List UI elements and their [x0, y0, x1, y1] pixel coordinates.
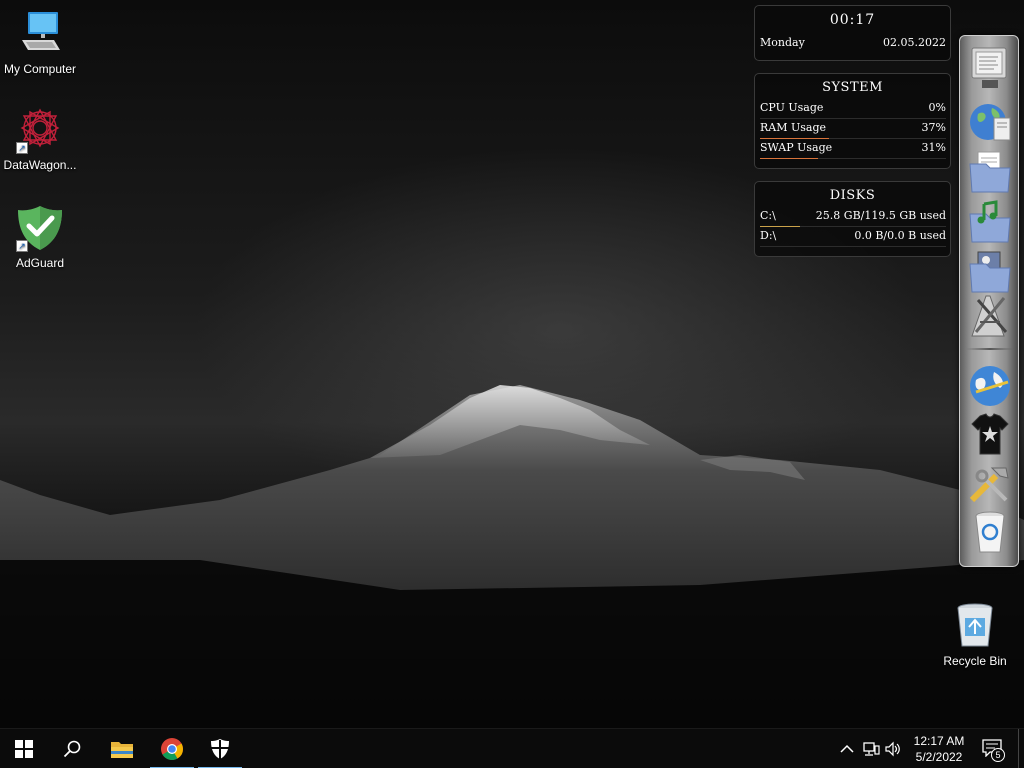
datawagon-logo-icon: ↗ [16, 106, 64, 154]
search-button[interactable] [48, 729, 96, 768]
swap-usage-bar [760, 158, 818, 159]
row-label: CPU Usage [760, 101, 824, 114]
security-shield-icon [211, 739, 229, 759]
recycle-bin-label: Recycle Bin [943, 654, 1007, 668]
system-row-cpu: CPU Usage 0% [760, 99, 946, 119]
system-row-ram: RAM Usage 37% [760, 119, 946, 139]
shortcut-arrow-icon: ↗ [16, 142, 28, 154]
file-explorer-icon [111, 742, 133, 758]
taskbar-chrome[interactable] [148, 729, 196, 768]
taskbar-security[interactable] [196, 729, 244, 768]
clock-gadget-date: 02.05.2022 [883, 36, 946, 49]
search-icon [63, 740, 81, 758]
dock-item-tshirt[interactable] [966, 410, 1014, 458]
monitor-icon [971, 47, 1007, 88]
shortcut-arrow-icon: ↗ [16, 240, 28, 252]
system-row-swap: SWAP Usage 31% [760, 139, 946, 159]
row-label: RAM Usage [760, 121, 827, 134]
volume-icon[interactable] [884, 740, 902, 758]
start-button[interactable] [0, 729, 48, 768]
network-globe-icon [970, 104, 1011, 141]
chrome-icon [161, 738, 183, 760]
recycle-bin-icon [957, 603, 993, 647]
row-value: 0.0 B/0.0 B used [854, 229, 946, 242]
taskbar-clock[interactable]: 12:17 AM 5/2/2022 [906, 733, 972, 765]
chevron-up-icon[interactable] [838, 740, 856, 758]
dock-item-documents[interactable] [966, 148, 1014, 196]
disk-row-c: C:\ 25.8 GB/119.5 GB used [760, 207, 946, 227]
row-value: 37% [921, 121, 946, 134]
dock-item-globe[interactable] [966, 362, 1014, 410]
disk-row-d: D:\ 0.0 B/0.0 B used [760, 227, 946, 247]
dock-item-music[interactable] [966, 198, 1014, 246]
globe-icon [970, 366, 1010, 406]
notification-count-badge: 5 [991, 748, 1005, 762]
adguard-shield-icon: ↗ [16, 204, 64, 252]
desktop-icon-my-computer[interactable]: My Computer [0, 10, 80, 76]
trash-icon [975, 511, 1005, 553]
row-label: C:\ [760, 209, 776, 222]
system-gadget-title: SYSTEM [822, 80, 883, 95]
desktop-icon-datawagon[interactable]: ↗ DataWagon... [0, 106, 80, 172]
desktop-icon-recycle-bin[interactable]: Recycle Bin [938, 602, 1012, 668]
network-icon[interactable] [862, 740, 880, 758]
taskbar: 12:17 AM 5/2/2022 5 [0, 728, 1024, 768]
clock-date: 5/2/2022 [915, 750, 963, 764]
notification-center-button[interactable]: 5 [980, 738, 1006, 762]
desktop-icon-label: My Computer [3, 62, 77, 76]
clock-time: 12:17 AM [913, 734, 965, 748]
dock-item-tools[interactable] [966, 460, 1014, 508]
row-label: D:\ [760, 229, 777, 242]
system-gadget[interactable]: SYSTEM CPU Usage 0% RAM Usage 37% SWAP U… [754, 73, 951, 169]
dock-item-monitor[interactable] [966, 44, 1014, 92]
row-value: 31% [921, 141, 946, 154]
clock-gadget[interactable]: 00:17 Monday 02.05.2022 [754, 5, 951, 61]
tshirt-icon [971, 413, 1009, 455]
dock-item-applications[interactable] [966, 292, 1014, 340]
disks-gadget-title: DISKS [829, 188, 876, 203]
documents-folder-icon [969, 151, 1011, 193]
application-dock [959, 35, 1019, 567]
disks-gadget[interactable]: DISKS C:\ 25.8 GB/119.5 GB used D:\ 0.0 … [754, 181, 951, 257]
dock-item-network[interactable] [966, 98, 1014, 146]
dock-item-trash[interactable] [966, 508, 1014, 556]
computer-icon [16, 10, 64, 58]
row-label: SWAP Usage [760, 141, 833, 154]
pictures-folder-icon [969, 251, 1011, 293]
desktop-icon-label: DataWagon... [3, 158, 77, 172]
clock-gadget-time: 00:17 [829, 12, 876, 28]
taskbar-file-explorer[interactable] [98, 729, 146, 768]
music-folder-icon [969, 200, 1011, 243]
row-value: 25.8 GB/119.5 GB used [815, 209, 946, 222]
dock-separator [966, 348, 1014, 350]
show-desktop-button[interactable] [1018, 729, 1024, 768]
tools-icon [969, 467, 1009, 503]
desktop-icon-adguard[interactable]: ↗ AdGuard [0, 204, 80, 270]
dock-item-pictures[interactable] [966, 248, 1014, 296]
row-value: 0% [928, 101, 946, 114]
desktop-icon-label: AdGuard [15, 256, 65, 270]
clock-gadget-day: Monday [760, 36, 805, 49]
applications-icon [971, 295, 1008, 337]
windows-start-icon [15, 740, 33, 758]
